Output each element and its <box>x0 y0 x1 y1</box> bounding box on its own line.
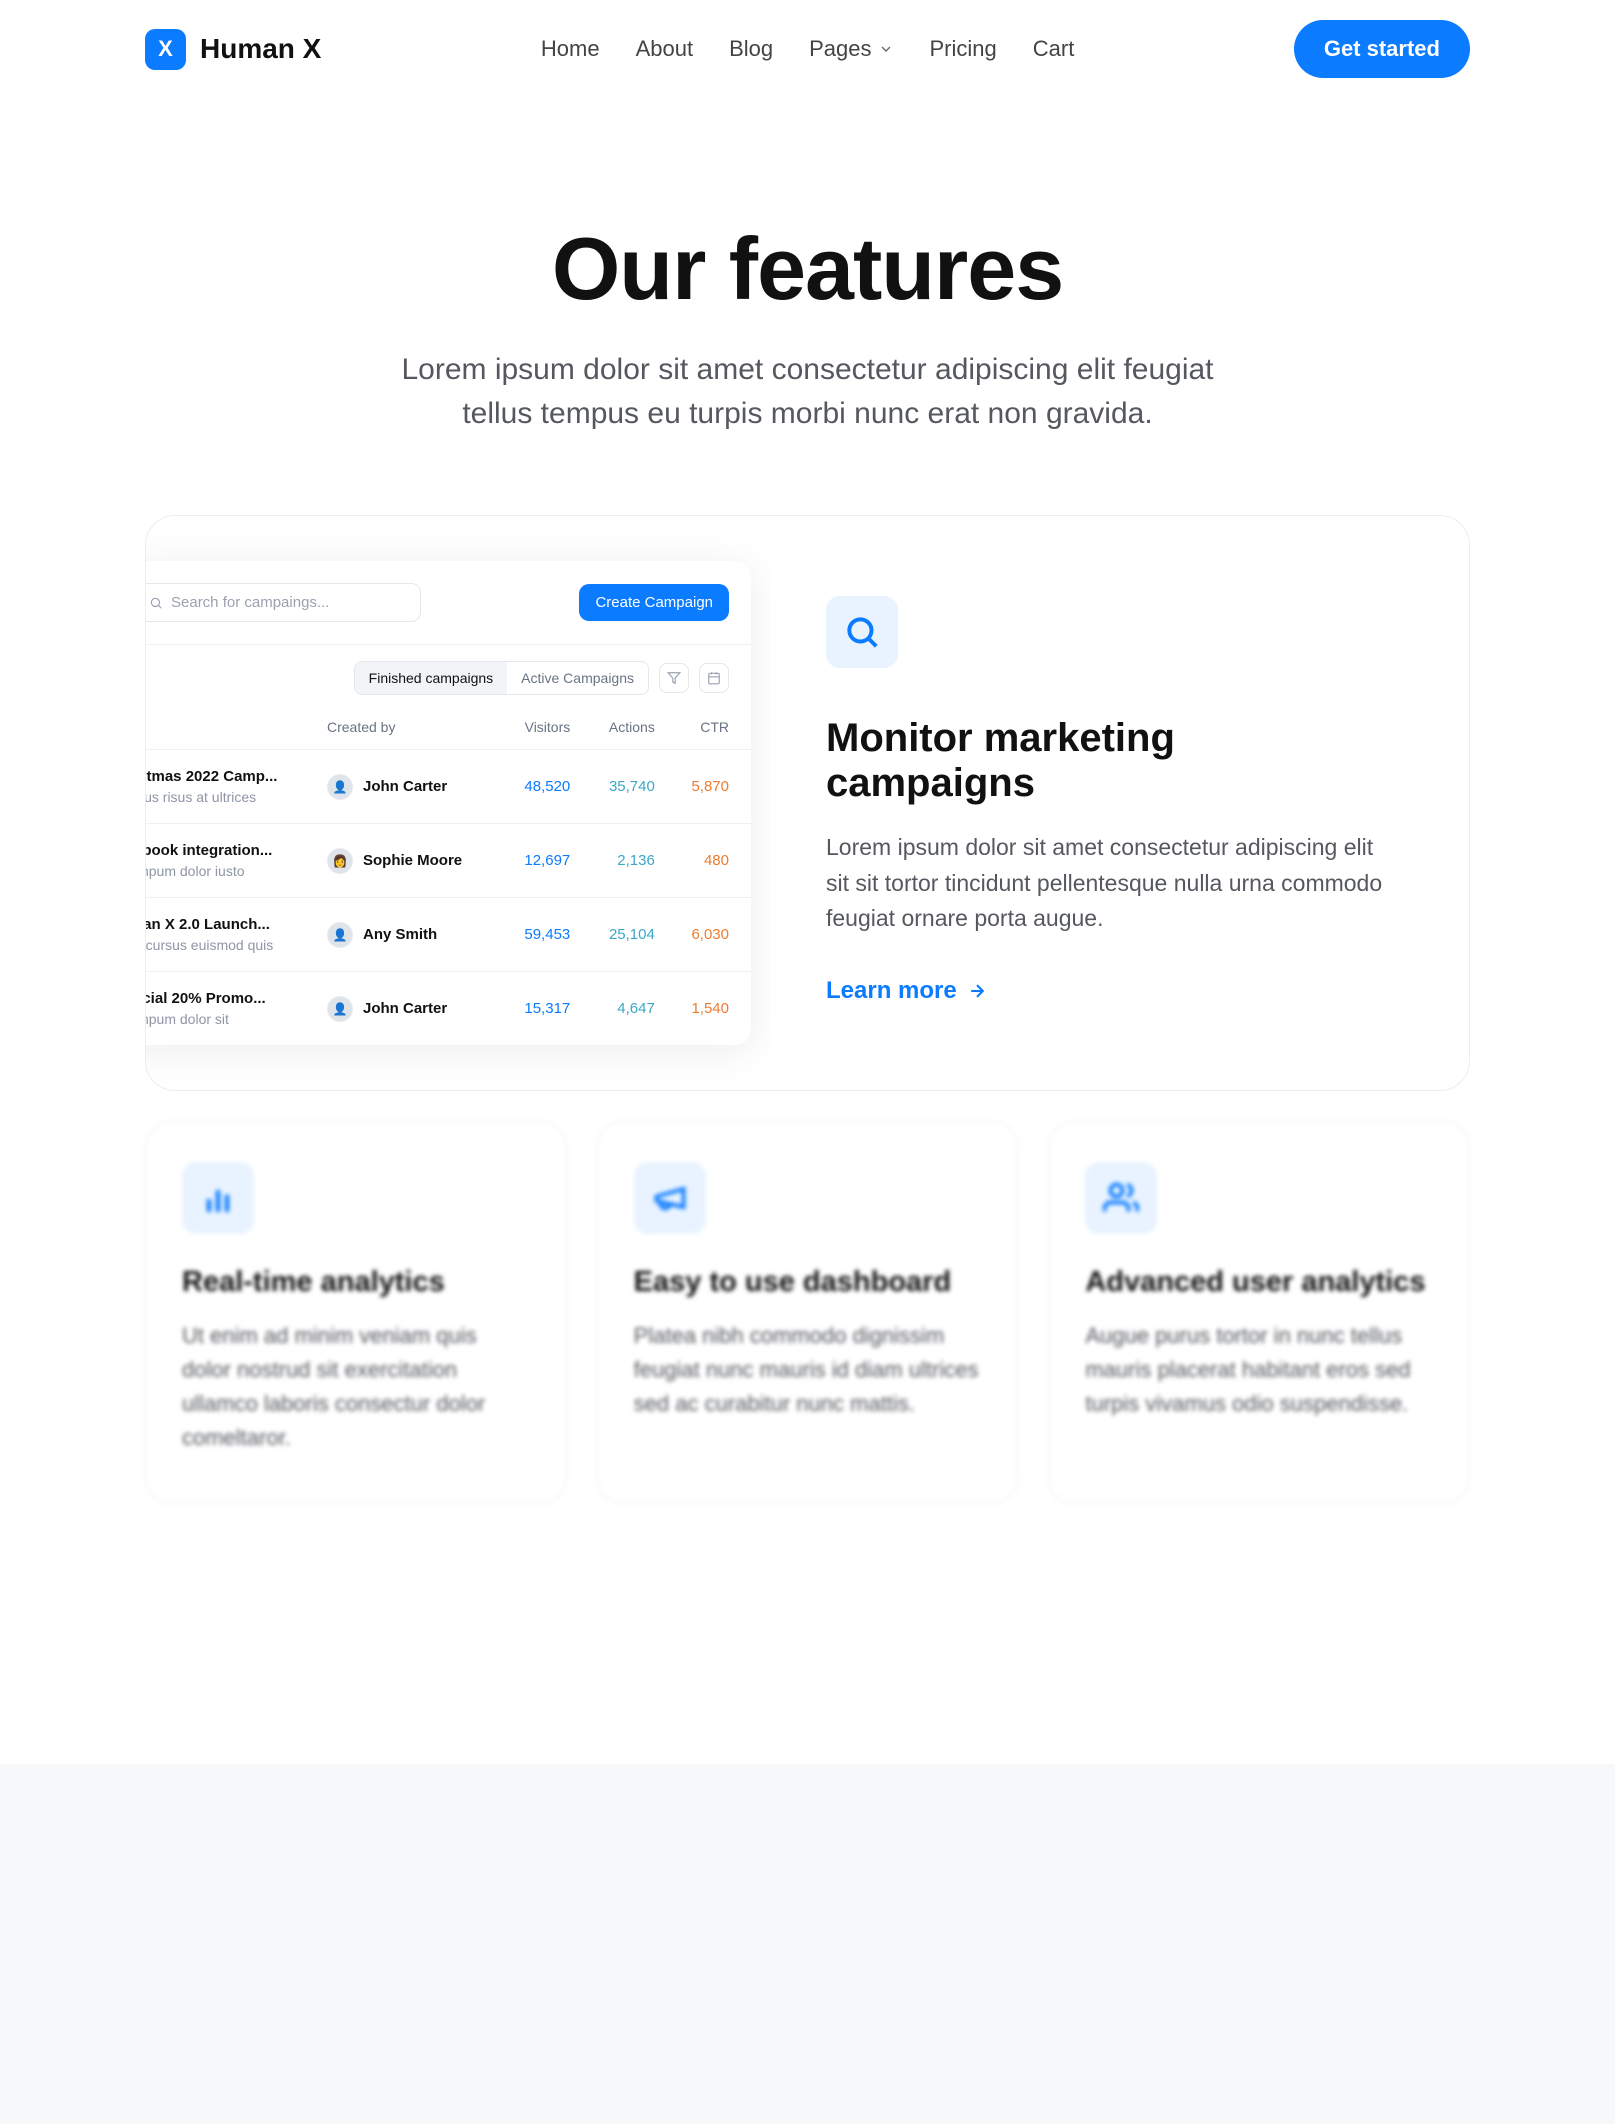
get-started-button[interactable]: Get started <box>1294 20 1470 78</box>
learn-more-link[interactable]: Learn more <box>826 977 987 1005</box>
col-actions: Actions <box>592 705 677 750</box>
chevron-down-icon <box>878 41 894 57</box>
tab-finished[interactable]: Finished campaigns <box>355 662 508 694</box>
nav-blog[interactable]: Blog <box>729 36 773 62</box>
tab-group: Finished campaigns Active Campaigns <box>354 661 649 695</box>
table-row[interactable]: istmas 2022 Camp...isus risus at ultrice… <box>146 750 751 824</box>
search-placeholder: Search for campaings... <box>171 594 329 611</box>
nav-home[interactable]: Home <box>541 36 600 62</box>
site-header: X Human X Home About Blog Pages Pricing … <box>145 0 1470 88</box>
feature-card-title: Advanced user analytics <box>1085 1266 1433 1299</box>
feature-card-analytics[interactable]: Real-time analytics Ut enim ad minim ven… <box>145 1121 567 1504</box>
arrow-right-icon <box>967 981 987 1001</box>
campaign-table: Created by Visitors Actions CTR istmas 2… <box>146 705 751 1045</box>
filter-button[interactable] <box>659 663 689 693</box>
avatar-icon: 👩 <box>327 848 353 874</box>
feature-card-desc: Platea nibh commodo dignissim feugiat nu… <box>634 1319 982 1421</box>
table-row[interactable]: ecial 20% Promo...impum dolor sit 👤John … <box>146 972 751 1046</box>
feature-description: Lorem ipsum dolor sit amet consectetur a… <box>826 830 1394 937</box>
nav-cart[interactable]: Cart <box>1033 36 1075 62</box>
nav-pages[interactable]: Pages <box>809 36 893 62</box>
nav-pages-label: Pages <box>809 36 871 62</box>
calendar-icon <box>707 671 721 685</box>
feature-card-dashboard[interactable]: Easy to use dashboard Platea nibh commod… <box>597 1121 1019 1504</box>
main-nav: Home About Blog Pages Pricing Cart <box>541 36 1074 62</box>
page-subtitle: Lorem ipsum dolor sit amet consectetur a… <box>388 348 1228 435</box>
nav-pricing[interactable]: Pricing <box>930 36 997 62</box>
nav-about[interactable]: About <box>636 36 694 62</box>
feature-card-title: Easy to use dashboard <box>634 1266 982 1299</box>
col-ctr: CTR <box>677 705 751 750</box>
search-input[interactable]: Search for campaings... <box>146 583 421 622</box>
page-title: Our features <box>145 218 1470 320</box>
create-campaign-button[interactable]: Create Campaign <box>579 584 729 621</box>
footer-band <box>0 1764 1615 2124</box>
table-row[interactable]: ebook integration...impum dolor iusto 👩S… <box>146 824 751 898</box>
tab-active[interactable]: Active Campaigns <box>507 662 648 694</box>
hero: Our features Lorem ipsum dolor sit amet … <box>145 88 1470 515</box>
col-created-by: Created by <box>327 705 508 750</box>
feature-card-monitor: Search for campaings... Create Campaign … <box>145 515 1470 1091</box>
search-icon <box>826 596 898 668</box>
avatar-icon: 👤 <box>327 922 353 948</box>
filter-icon <box>667 671 681 685</box>
campaign-dashboard: Search for campaings... Create Campaign … <box>146 561 751 1045</box>
col-campaign <box>146 705 327 750</box>
feature-card-users[interactable]: Advanced user analytics Augue purus tort… <box>1048 1121 1470 1504</box>
logo-text: Human X <box>200 33 321 65</box>
search-icon <box>149 596 163 610</box>
bar-chart-icon <box>182 1162 254 1234</box>
megaphone-icon <box>634 1162 706 1234</box>
feature-cards: Real-time analytics Ut enim ad minim ven… <box>145 1121 1470 1504</box>
logo-mark-icon: X <box>145 29 186 70</box>
dashboard-preview: Search for campaings... Create Campaign … <box>146 516 771 1090</box>
feature-card-desc: Ut enim ad minim veniam quis dolor nostr… <box>182 1319 530 1455</box>
feature-card-title: Real-time analytics <box>182 1266 530 1299</box>
feature-card-desc: Augue purus tortor in nunc tellus mauris… <box>1085 1319 1433 1421</box>
avatar-icon: 👤 <box>327 996 353 1022</box>
logo[interactable]: X Human X <box>145 29 321 70</box>
users-icon <box>1085 1162 1157 1234</box>
avatar-icon: 👤 <box>327 774 353 800</box>
calendar-button[interactable] <box>699 663 729 693</box>
feature-title: Monitor marketing campaigns <box>826 716 1394 806</box>
table-row[interactable]: nan X 2.0 Launch...u cursus euismod quis… <box>146 898 751 972</box>
col-visitors: Visitors <box>508 705 593 750</box>
